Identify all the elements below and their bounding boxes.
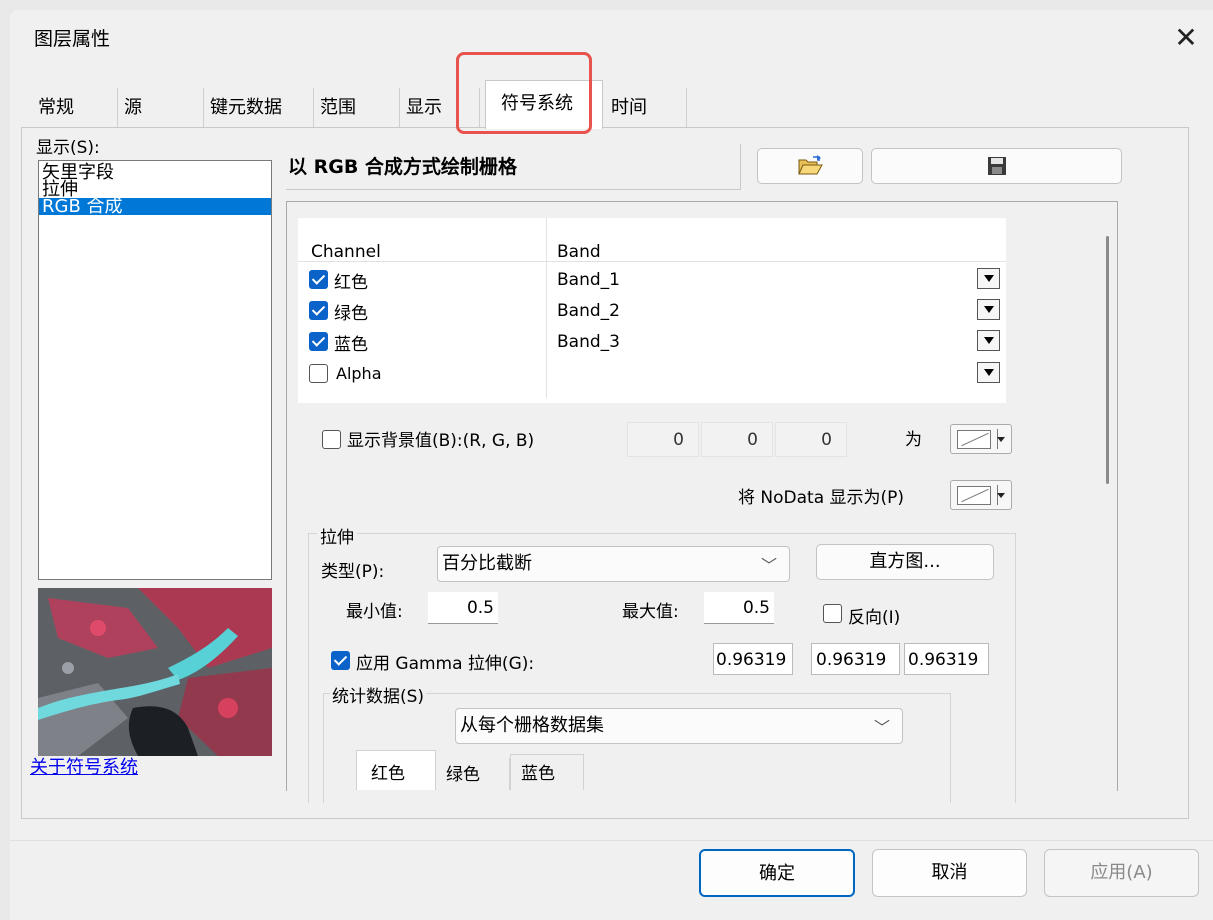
tab-time[interactable]: 时间 <box>605 88 687 128</box>
invert-checkbox[interactable] <box>823 604 842 623</box>
close-icon[interactable]: ✕ <box>1168 20 1204 56</box>
tab-key-metadata[interactable]: 键元数据 <box>204 88 314 128</box>
title-bar: 图层属性 ✕ <box>10 10 1213 68</box>
statistics-label: 统计数据(S) <box>330 682 427 707</box>
channel-band-grid: Channel Band <box>298 218 1006 403</box>
background-color-picker[interactable] <box>950 424 1012 454</box>
apply-button[interactable]: 应用(A) <box>1044 849 1199 897</box>
dialog-title: 图层属性 <box>34 28 111 50</box>
stats-tab-green[interactable]: 绿色 <box>436 758 510 790</box>
background-value-label: 显示背景值(B):(R, G, B) <box>347 431 535 451</box>
background-g-input[interactable]: 0 <box>701 422 773 457</box>
renderer-title: 以 RGB 合成方式绘制栅格 <box>286 144 741 190</box>
gamma-red-input[interactable]: 0.96319 <box>713 643 793 675</box>
channel-red-label: 红色 <box>334 273 368 293</box>
open-layer-file-button[interactable] <box>757 148 863 184</box>
dropdown-arrow-icon <box>997 493 1005 498</box>
green-channel-checkbox[interactable] <box>309 301 328 320</box>
gamma-blue-input[interactable]: 0.96319 <box>904 643 989 675</box>
band-green-value: Band_2 <box>557 301 620 321</box>
max-value-label: 最大值: <box>622 602 679 622</box>
band-blue-value: Band_3 <box>557 332 620 352</box>
channel-green-label: 绿色 <box>334 304 368 324</box>
stretch-type-value: 百分比截断 <box>442 553 532 574</box>
show-label: 显示(S): <box>36 138 100 158</box>
vertical-scrollbar[interactable] <box>1106 236 1109 484</box>
preview-image <box>38 588 272 756</box>
band-blue-dropdown[interactable] <box>977 330 1000 351</box>
grid-header-line <box>298 261 1006 262</box>
nodata-color-picker[interactable] <box>950 480 1012 510</box>
ok-button[interactable]: 确定 <box>699 849 855 897</box>
invert-label: 反向(I) <box>848 608 901 628</box>
renderer-list[interactable]: 矢里字段 拉伸 RGB 合成 <box>38 160 272 580</box>
chevron-down-icon: ﹀ <box>760 556 777 575</box>
stretch-group-label: 拉伸 <box>317 523 357 548</box>
band-red-dropdown[interactable] <box>977 268 1000 289</box>
band-red-value: Band_1 <box>557 270 620 290</box>
stretch-type-label: 类型(P): <box>321 562 385 582</box>
header-channel: Channel <box>311 242 381 262</box>
alpha-channel-checkbox[interactable] <box>309 364 328 383</box>
band-alpha-dropdown[interactable] <box>977 362 1000 383</box>
band-green-dropdown[interactable] <box>977 299 1000 320</box>
background-value-checkbox[interactable] <box>322 430 341 449</box>
background-b-input[interactable]: 0 <box>775 422 847 457</box>
folder-open-icon <box>798 155 823 175</box>
tab-general[interactable]: 常规 <box>32 88 118 128</box>
chevron-down-icon: ﹀ <box>873 718 890 737</box>
save-layer-file-button[interactable] <box>871 148 1122 184</box>
no-color-swatch-icon <box>957 486 991 505</box>
nodata-display-label: 将 NoData 显示为(P) <box>738 488 905 508</box>
tab-source[interactable]: 源 <box>118 88 204 128</box>
statistics-source-value: 从每个栅格数据集 <box>460 715 604 736</box>
as-label: 为 <box>905 430 922 450</box>
grid-column-divider <box>546 218 547 398</box>
gamma-label: 应用 Gamma 拉伸(G): <box>356 654 535 674</box>
gamma-checkbox[interactable] <box>331 651 350 670</box>
tab-symbology[interactable]: 符号系统 <box>485 80 603 129</box>
dropdown-arrow-icon <box>997 437 1005 442</box>
channel-blue-label: 蓝色 <box>334 335 368 355</box>
min-value-label: 最小值: <box>346 602 403 622</box>
histogram-button[interactable]: 直方图... <box>816 544 994 580</box>
min-value-input[interactable]: 0.5 <box>428 592 498 624</box>
cancel-button[interactable]: 取消 <box>872 849 1027 897</box>
background-r-input[interactable]: 0 <box>627 422 699 457</box>
header-band: Band <box>557 242 601 262</box>
tab-display[interactable]: 显示 <box>400 88 480 128</box>
footer-separator <box>10 840 1213 841</box>
tab-extent[interactable]: 范围 <box>314 88 400 128</box>
no-color-swatch-icon <box>957 430 991 449</box>
gamma-green-input[interactable]: 0.96319 <box>811 643 900 675</box>
red-channel-checkbox[interactable] <box>309 270 328 289</box>
max-value-input[interactable]: 0.5 <box>704 592 774 624</box>
about-symbology-link[interactable]: 关于符号系统 <box>30 753 138 779</box>
stats-tab-red[interactable]: 红色 <box>356 750 436 790</box>
list-item-rgb-composite[interactable]: RGB 合成 <box>39 198 271 216</box>
blue-channel-checkbox[interactable] <box>309 332 328 351</box>
stats-tab-blue[interactable]: 蓝色 <box>510 754 584 790</box>
statistics-source-select[interactable]: 从每个栅格数据集 ﹀ <box>455 708 903 744</box>
stretch-type-select[interactable]: 百分比截断 ﹀ <box>437 546 790 582</box>
floppy-save-icon <box>987 157 1006 175</box>
channel-alpha-label: Alpha <box>336 364 382 383</box>
